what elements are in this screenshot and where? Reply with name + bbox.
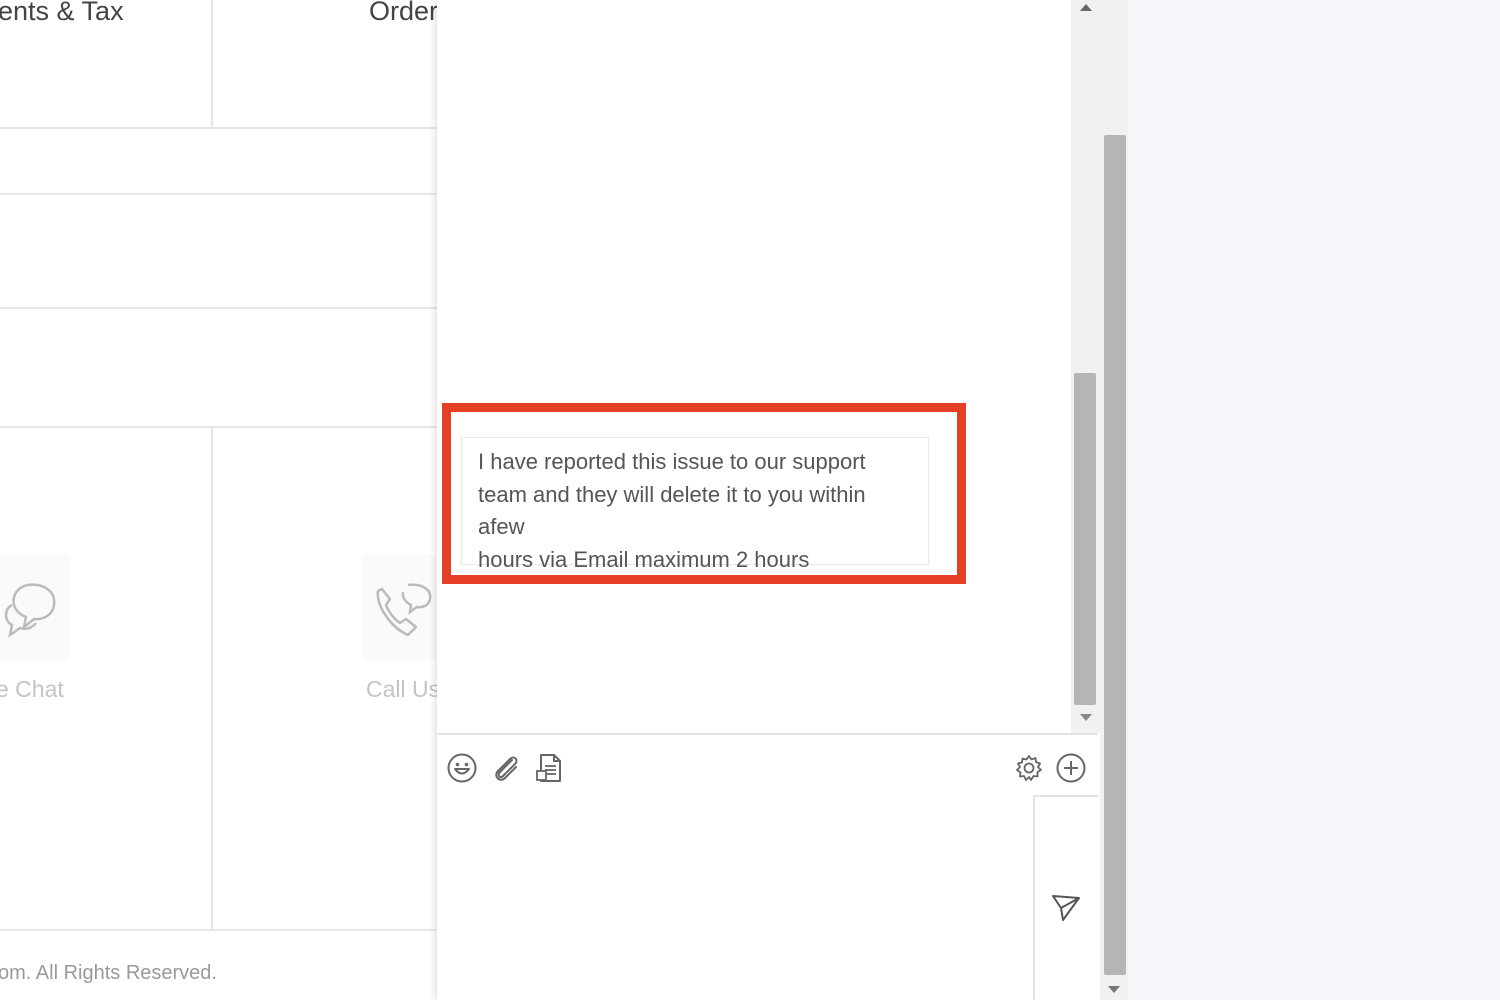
settings-icon[interactable] [1013,752,1045,784]
page-scrollbar-thumb[interactable] [1104,135,1126,975]
divider [0,193,440,195]
send-icon[interactable] [1049,890,1083,924]
live-chat-card-icon-box[interactable] [0,555,70,660]
support-page-background: ents & Tax Order e Chat Call Us com. All… [0,0,440,1000]
scrollbar-thumb[interactable] [1074,373,1096,705]
divider [211,427,213,929]
scroll-down-arrow-icon[interactable] [1080,714,1092,721]
transcript-icon[interactable] [534,752,566,784]
tab-payments-tax[interactable]: ents & Tax [0,0,124,27]
add-icon[interactable] [1055,752,1087,784]
page-scrollbar[interactable] [1100,0,1128,1000]
scroll-up-arrow-icon[interactable] [1080,4,1092,11]
phone-icon [376,583,432,637]
chat-bubbles-icon [4,583,56,638]
chat-message-list[interactable]: I have reported this issue to our suppor… [437,0,1071,733]
highlighted-message-frame: I have reported this issue to our suppor… [442,403,966,584]
divider [0,307,440,309]
divider [0,929,440,931]
divider [0,127,440,129]
call-us-card-icon-box[interactable] [362,555,440,660]
tab-orders[interactable]: Order [369,0,438,27]
divider [211,0,213,128]
agent-message-bubble: I have reported this issue to our suppor… [461,437,929,572]
chat-toolbar [437,733,1098,797]
live-chat-label[interactable]: e Chat [0,676,64,703]
attachment-icon[interactable] [490,752,522,784]
divider [0,426,440,428]
chat-panel: I have reported this issue to our suppor… [437,0,1101,1000]
call-us-label[interactable]: Call Us [366,676,440,703]
message-list-scrollbar[interactable] [1071,0,1101,733]
page-scroll-down-arrow-icon[interactable] [1108,986,1120,993]
message-input[interactable] [437,795,1035,1000]
emoji-icon[interactable] [446,752,478,784]
footer-copyright: com. All Rights Reserved. [0,962,217,984]
message-text: I have reported this issue to our suppor… [478,449,866,572]
right-background-area [1128,0,1500,1000]
